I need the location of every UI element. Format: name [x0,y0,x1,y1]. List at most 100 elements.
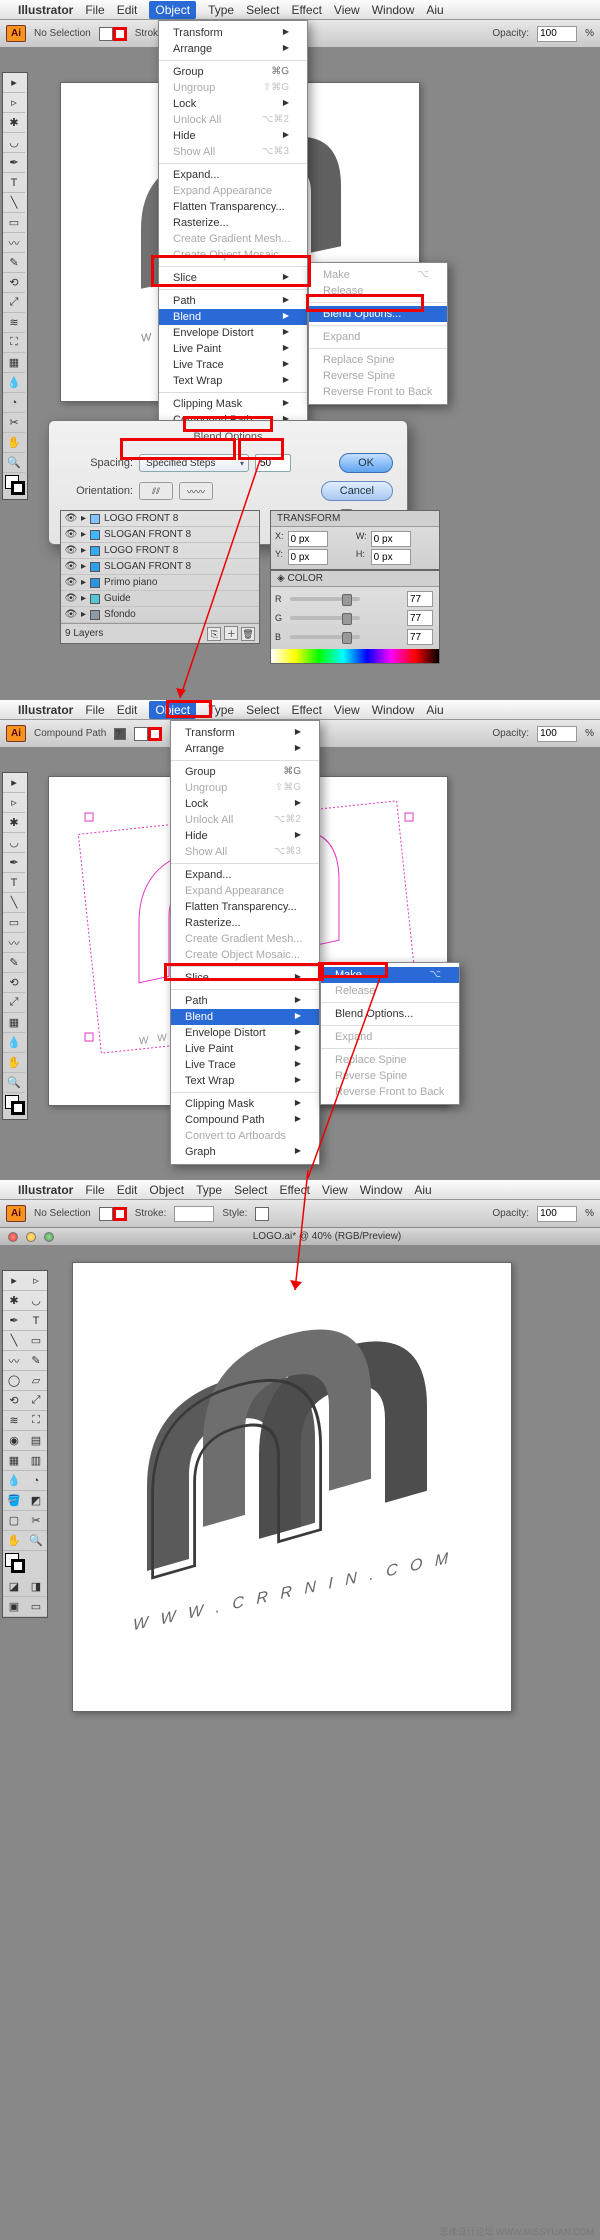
mi-reverse-front-back-1[interactable]: Reverse Front to Back [309,384,447,400]
artboard-tool[interactable]: ▢ [3,1511,25,1531]
fill-swatch[interactable] [99,1207,113,1221]
change-view-icon[interactable]: ▭ [25,1597,47,1617]
rectangle-tool[interactable]: ▭ [25,1331,47,1351]
color-spectrum[interactable] [271,649,439,663]
direct-selection-tool[interactable]: ▹ [3,793,25,813]
pen-tool[interactable]: ✒ [3,1311,25,1331]
mi-text-wrap[interactable]: Text Wrap▶ [159,373,307,389]
object-menu-1[interactable]: Transform▶ Arrange▶ Group⌘G Ungroup⇧⌘G L… [158,20,308,465]
mi-ungroup[interactable]: Ungroup⇧⌘G [159,80,307,96]
pen-tool[interactable]: ✒ [3,853,25,873]
eye-icon[interactable]: 👁 [65,577,77,589]
help-icon[interactable]: ? [114,728,126,740]
hand-tool[interactable]: ✋ [3,1053,25,1073]
mi-show-all[interactable]: Show All⌥⌘3 [159,144,307,160]
delete-layer-icon[interactable]: 🗑 [241,627,255,641]
mi-live-paint[interactable]: Live Paint▶ [171,1041,319,1057]
transform-y[interactable] [288,549,328,565]
menu-select[interactable]: Select [234,1183,267,1197]
blob-brush-tool[interactable]: ◯ [3,1371,25,1391]
rectangle-tool[interactable]: ▭ [3,213,25,233]
ok-button[interactable]: OK [339,453,393,473]
layer-row[interactable]: 👁▸Guide [61,591,259,607]
mi-flatten[interactable]: Flatten Transparency... [171,899,319,915]
mi-live-trace[interactable]: Live Trace▶ [159,357,307,373]
layer-row[interactable]: 👁▸SLOGAN FRONT 8 [61,527,259,543]
menu-effect[interactable]: Effect [279,1183,309,1197]
magic-wand-tool[interactable]: ✱ [3,113,25,133]
eye-icon[interactable]: 👁 [65,593,77,605]
color-mode-icon[interactable]: ◪ [3,1577,25,1597]
scale-tool[interactable]: ⤢ [3,293,25,313]
selection-tool[interactable]: ▸ [3,773,25,793]
free-transform-tool[interactable]: ⛶ [25,1411,47,1431]
mi-hide[interactable]: Hide▶ [159,128,307,144]
menu-help[interactable]: Aiu [426,703,443,717]
eyedropper-tool[interactable]: 💧 [3,1471,25,1491]
menu-file[interactable]: File [85,703,104,717]
stroke-swatch[interactable] [113,1207,127,1221]
object-menu-2[interactable]: Transform▶ Arrange▶ Group⌘G Ungroup⇧⌘G L… [170,720,320,1165]
mi-compound-path[interactable]: Compound Path▶ [171,1112,319,1128]
blend-submenu-2[interactable]: Make⌥ Release Blend Options... Expand Re… [320,962,460,1105]
pencil-tool[interactable]: ✎ [3,253,25,273]
menu-type[interactable]: Type [208,3,234,17]
mesh-tool[interactable]: ▦ [3,1451,25,1471]
mi-reverse-front-back-2[interactable]: Reverse Front to Back [321,1084,459,1100]
mi-blend[interactable]: Blend▶ [171,1009,319,1025]
lasso-tool[interactable]: ◡ [3,133,25,153]
color-panel[interactable]: ◈ COLOR R G B [270,570,440,664]
eye-icon[interactable]: 👁 [65,529,77,541]
mi-rasterize[interactable]: Rasterize... [159,215,307,231]
mi-arrange[interactable]: Arrange▶ [171,741,319,757]
mi-blend-release-2[interactable]: Release [321,983,459,999]
live-paint-bucket[interactable]: 🪣 [3,1491,25,1511]
menu-edit[interactable]: Edit [117,1183,138,1197]
graph-tool[interactable]: ▤ [25,1431,47,1451]
warp-tool[interactable]: ≋ [3,313,25,333]
brush-tool[interactable]: 〰 [3,233,25,253]
line-tool[interactable]: ╲ [3,1331,25,1351]
fill-swatch[interactable] [134,727,148,741]
menu-window[interactable]: Window [372,703,415,717]
menu-window[interactable]: Window [360,1183,403,1197]
rotate-tool[interactable]: ⟲ [3,273,25,293]
mi-path[interactable]: Path▶ [171,993,319,1009]
mi-unlock-all[interactable]: Unlock All⌥⌘2 [159,112,307,128]
opacity-input[interactable] [537,26,577,42]
mi-clipping-mask[interactable]: Clipping Mask▶ [159,396,307,412]
type-tool[interactable]: T [3,173,25,193]
blend-tool[interactable]: ◔ [25,1471,47,1491]
mi-envelope[interactable]: Envelope Distort▶ [159,325,307,341]
layers-panel[interactable]: 👁▸LOGO FRONT 8 👁▸SLOGAN FRONT 8 👁▸LOGO F… [60,510,260,644]
blend-tool[interactable]: ◔ [3,393,25,413]
mi-object-mosaic[interactable]: Create Object Mosaic... [171,947,319,963]
pencil-tool[interactable]: ✎ [3,953,25,973]
gradient-tool[interactable]: ▥ [25,1451,47,1471]
fill-swatch[interactable] [99,27,113,41]
menu-help[interactable]: Aiu [414,1183,431,1197]
slice-tool[interactable]: ✂ [3,413,25,433]
menu-object[interactable]: Object [149,1,196,19]
menu-type[interactable]: Type [196,1183,222,1197]
minimize-window-icon[interactable] [26,1232,36,1242]
orient-align-page[interactable]: ⫽⫽ [139,482,173,500]
zoom-tool[interactable]: 🔍 [25,1531,47,1551]
mi-blend-expand-1[interactable]: Expand [309,329,447,345]
menu-file[interactable]: File [85,3,104,17]
b-slider[interactable] [290,635,360,639]
g-value[interactable] [407,610,433,626]
style-swatch[interactable] [255,1207,269,1221]
menu-view[interactable]: View [334,3,360,17]
stroke-swatch[interactable] [113,27,127,41]
menu-illustrator[interactable]: Illustrator [18,3,73,17]
mi-lock[interactable]: Lock▶ [171,796,319,812]
mi-replace-spine-2[interactable]: Replace Spine [321,1052,459,1068]
mi-blend-options-2[interactable]: Blend Options... [321,1006,459,1022]
transform-panel[interactable]: TRANSFORM X: W: Y: H: [270,510,440,570]
layer-row[interactable]: 👁▸LOGO FRONT 8 [61,511,259,527]
gradient-tool[interactable]: ▦ [3,1013,25,1033]
menu-select[interactable]: Select [246,703,279,717]
eyedropper-tool[interactable]: 💧 [3,1033,25,1053]
mi-flatten[interactable]: Flatten Transparency... [159,199,307,215]
